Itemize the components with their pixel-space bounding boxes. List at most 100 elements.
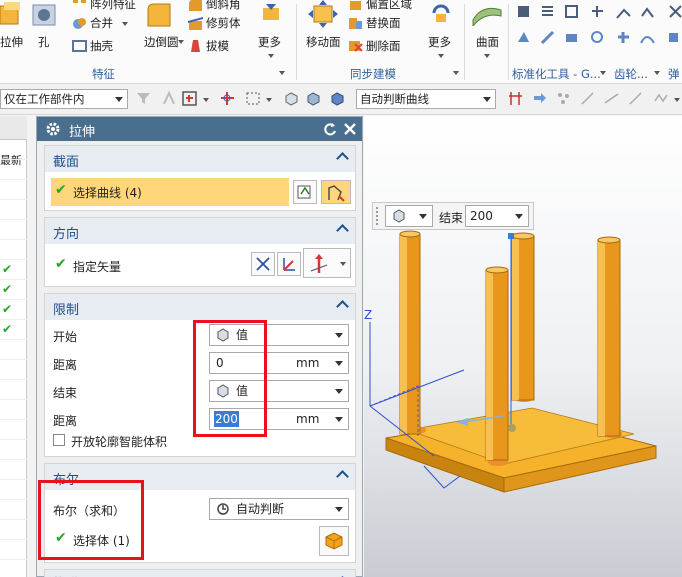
curve-button[interactable] xyxy=(321,180,351,204)
reverse-direction-button[interactable] xyxy=(251,252,275,276)
group-expand-icon[interactable] xyxy=(600,71,606,75)
tool-icon-5[interactable] xyxy=(616,6,631,21)
list-item[interactable] xyxy=(0,140,27,160)
chevron-down-icon[interactable] xyxy=(266,98,272,102)
tool-icon-1[interactable] xyxy=(516,4,531,19)
tool-icon-14[interactable] xyxy=(666,30,681,45)
replace-face-button[interactable]: 替换面 xyxy=(348,14,418,32)
list-item[interactable] xyxy=(0,380,27,400)
list-item[interactable] xyxy=(0,180,27,200)
tool-icon-9[interactable] xyxy=(540,30,555,45)
list-item[interactable] xyxy=(0,460,27,480)
list-item[interactable] xyxy=(0,540,27,560)
list-item[interactable] xyxy=(0,340,27,360)
list-item[interactable]: ✔ xyxy=(0,280,27,300)
collapse-icon[interactable] xyxy=(336,152,349,165)
boolean-type-dropdown[interactable]: 自动判断 xyxy=(209,498,349,520)
chevron-down-icon[interactable] xyxy=(203,98,209,102)
collapse-icon[interactable] xyxy=(336,470,349,483)
chevron-down-icon[interactable] xyxy=(335,417,343,422)
tool-icon-6[interactable] xyxy=(640,6,655,21)
group-expand-icon[interactable] xyxy=(654,71,660,75)
tool-icon-3[interactable] xyxy=(564,4,579,19)
reset-icon[interactable] xyxy=(323,122,337,136)
wave-icon[interactable] xyxy=(654,91,669,106)
list-item[interactable]: ✔ xyxy=(0,320,27,340)
surface-dropdown-icon[interactable] xyxy=(484,54,490,58)
trim-body-button[interactable]: 修剪体 xyxy=(188,14,248,32)
tool-icon-8[interactable] xyxy=(516,30,531,45)
snap-icon[interactable] xyxy=(162,91,177,106)
list-item[interactable] xyxy=(0,500,27,520)
more-dropdown-icon-2[interactable] xyxy=(438,54,444,58)
unite-button[interactable]: 合并 xyxy=(72,14,132,32)
list-item[interactable] xyxy=(0,400,27,420)
graphics-viewport[interactable]: Z xyxy=(364,116,682,577)
box-select-icon[interactable] xyxy=(246,91,261,106)
solid-body-icon[interactable] xyxy=(306,91,321,106)
list-item[interactable] xyxy=(0,480,27,500)
list-item[interactable] xyxy=(0,160,27,180)
list-item[interactable] xyxy=(0,220,27,240)
scatter-icon[interactable] xyxy=(556,91,571,106)
list-item[interactable] xyxy=(0,440,27,460)
solid-body-icon-2[interactable] xyxy=(330,91,345,106)
drag-grip[interactable] xyxy=(376,207,380,225)
draft-button[interactable]: 拔模 xyxy=(188,36,248,54)
curve-rule-dropdown[interactable]: 自动判断曲线 xyxy=(356,89,496,109)
line-icon-2[interactable] xyxy=(604,91,619,106)
section-header[interactable]: 拔模 xyxy=(45,570,355,577)
more-dropdown-icon-1[interactable] xyxy=(268,54,274,58)
chevron-down-icon[interactable] xyxy=(674,98,680,102)
float-end-input[interactable]: 200 xyxy=(465,205,529,227)
section-header[interactable]: 限制 xyxy=(45,294,355,320)
tool-icon-11[interactable] xyxy=(590,30,605,45)
line-icon-3[interactable] xyxy=(628,91,643,106)
tool-icon-10[interactable] xyxy=(564,30,579,45)
tool-icon-12[interactable] xyxy=(616,30,631,45)
extrude-button[interactable]: 拉伸 xyxy=(0,0,23,62)
vector-type-dropdown[interactable] xyxy=(303,248,351,278)
list-item[interactable]: ✔ xyxy=(0,260,27,280)
shell-button[interactable]: 抽壳 xyxy=(72,36,132,54)
list-item[interactable]: ✔ xyxy=(0,300,27,320)
close-icon[interactable] xyxy=(343,122,357,136)
move-face-button[interactable]: 移动面 xyxy=(304,0,344,62)
filter-icon[interactable] xyxy=(136,91,151,106)
vector-dialog-button[interactable] xyxy=(277,252,301,276)
line-icon[interactable] xyxy=(580,91,595,106)
tool-icon-4[interactable] xyxy=(590,4,605,19)
more-button-1[interactable]: 更多 xyxy=(256,0,286,62)
tool-icon-7[interactable] xyxy=(668,4,682,19)
limit-type-dropdown[interactable] xyxy=(385,205,433,227)
section-header[interactable]: 方向 xyxy=(45,218,355,244)
select-curve-row[interactable]: ✔ 选择曲线 (4) xyxy=(51,178,289,206)
collapse-icon[interactable] xyxy=(336,224,349,237)
body-filter-icon[interactable] xyxy=(284,91,299,106)
list-item[interactable] xyxy=(0,360,27,380)
chevron-down-icon[interactable] xyxy=(335,361,343,366)
intersect-icon[interactable] xyxy=(508,91,523,106)
tool-icon-13[interactable] xyxy=(640,30,655,45)
select-body-button[interactable] xyxy=(319,526,349,556)
point-snap-icon[interactable] xyxy=(220,91,235,106)
collapse-icon[interactable] xyxy=(336,300,349,313)
list-item[interactable] xyxy=(0,240,27,260)
selection-scope-dropdown[interactable]: 仅在工作部件内 xyxy=(0,89,128,109)
list-item[interactable] xyxy=(0,420,27,440)
list-item[interactable] xyxy=(0,520,27,540)
group-expand-icon[interactable] xyxy=(279,71,285,75)
hole-button[interactable]: 孔 xyxy=(28,0,58,62)
surface-button[interactable]: 曲面 xyxy=(470,0,504,62)
tool-icon-2[interactable] xyxy=(540,4,555,19)
list-item[interactable] xyxy=(0,200,27,220)
edge-blend-dropdown-icon[interactable] xyxy=(178,40,184,44)
delete-face-button[interactable]: 删除面 xyxy=(348,36,418,54)
more-button-2[interactable]: 更多 xyxy=(426,0,456,62)
group-expand-icon[interactable] xyxy=(453,71,459,75)
sketch-section-button[interactable] xyxy=(293,180,317,204)
section-header[interactable]: 截面 xyxy=(45,146,355,172)
unite-dropdown-icon[interactable] xyxy=(122,22,128,26)
edge-blend-button[interactable]: 边倒圆 xyxy=(140,0,184,62)
arrow-right-icon[interactable] xyxy=(532,91,547,106)
